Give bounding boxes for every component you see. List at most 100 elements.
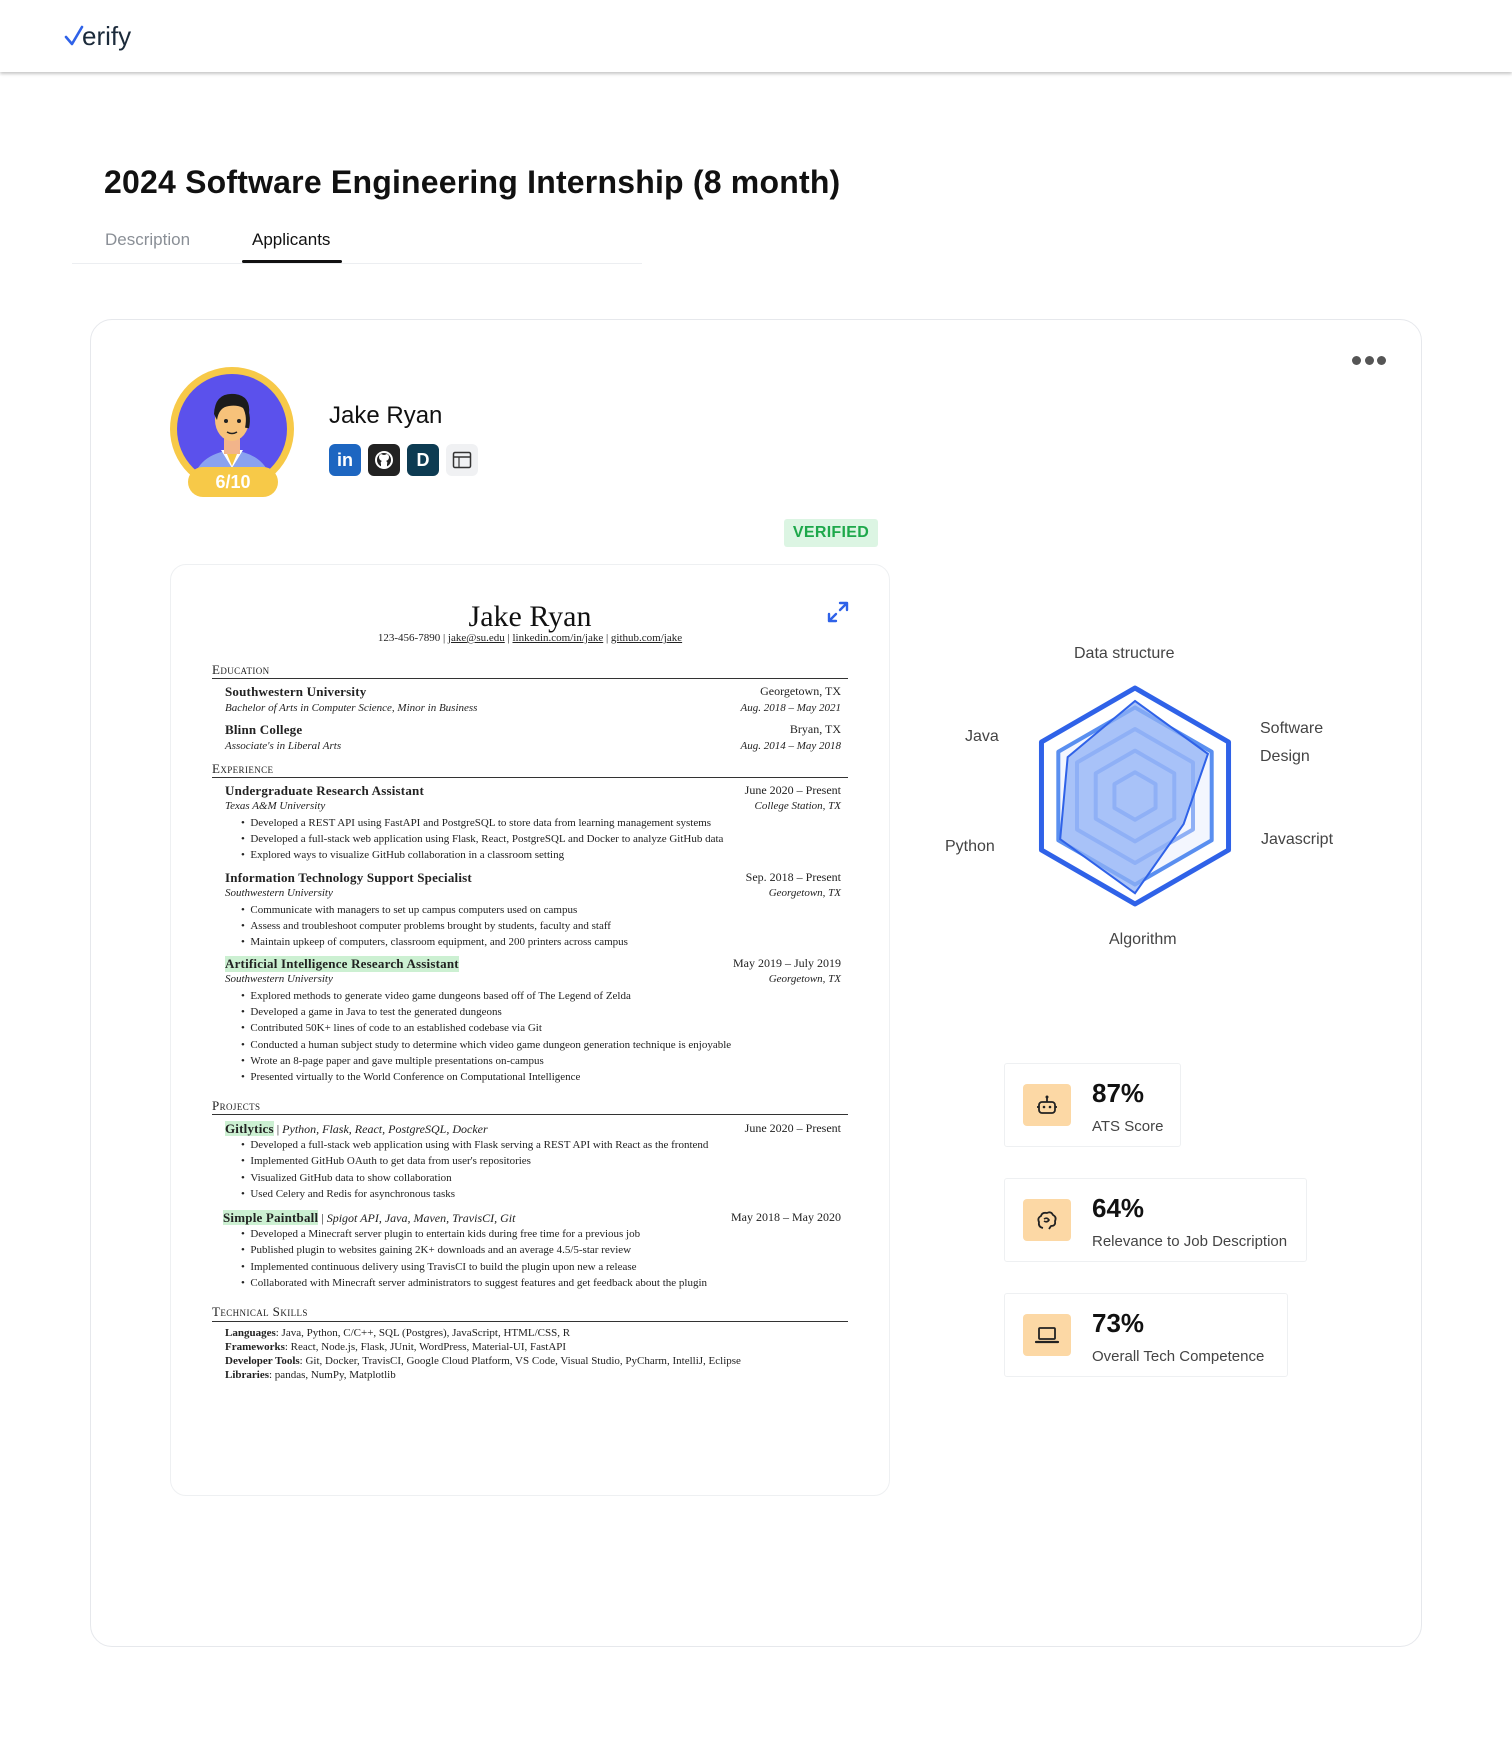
resume-section-experience: Experience [212,761,274,776]
metric-card-relevance: 64% Relevance to Job Description [1004,1178,1307,1262]
project-name: Gitlytics [225,1121,274,1136]
edu-location: Georgetown, TX [760,684,841,698]
social-links: in D [329,444,478,476]
resume-section-education: Education [212,662,270,677]
project-stack: Spigot API, Java, Maven, TravisCI, Git [326,1211,516,1225]
metric-card-tech-competence: 73% Overall Tech Competence [1004,1293,1288,1377]
job-dates: June 2020 – Present [744,783,841,797]
resume-linkedin[interactable]: linkedin.com/in/jake [512,632,603,644]
robot-icon [1023,1084,1071,1126]
metric-label: ATS Score [1092,1118,1164,1135]
resume-section-skills: Technical Skills [212,1304,308,1319]
job-bullet: • Assess and troubleshoot computer probl… [241,920,611,932]
top-bar: erify [0,0,1512,72]
resume-name: Jake Ryan [468,600,592,633]
job-bullet: • Developed a REST API using FastAPI and… [241,817,712,829]
job-role: Undergraduate Research Assistant [225,783,424,798]
job-dates: Sep. 2018 – Present [745,870,841,884]
active-tab-underline [242,260,342,263]
job-bullet: • Explored methods to generate video gam… [241,990,631,1002]
edu-dates: Aug. 2018 – May 2021 [740,702,841,714]
job-role: Information Technology Support Specialis… [225,870,472,885]
skill-row: Languages: Java, Python, C/C++, SQL (Pos… [225,1327,571,1339]
job-bullet: • Explored ways to visualize GitHub coll… [241,849,565,861]
project-bullet: • Implemented continuous delivery using … [241,1261,637,1273]
metric-label: Overall Tech Competence [1092,1348,1265,1365]
section-divider [212,1321,848,1322]
job-bullet: • Contributed 50K+ lines of code to an e… [241,1022,542,1034]
tab-description[interactable]: Description [105,230,190,250]
skill-row: Developer Tools: Git, Docker, TravisCI, … [225,1355,741,1367]
job-org: Southwestern University [225,973,333,985]
score-badge: 6/10 [188,467,278,497]
job-bullet: • Developed a full-stack web application… [241,833,724,845]
project-title: Simple Paintball | Spigot API, Java, Mav… [223,1210,516,1225]
edu-degree: Bachelor of Arts in Computer Science, Mi… [225,702,478,714]
resume-section-projects: Projects [212,1098,261,1113]
check-icon [64,25,84,46]
more-options-icon[interactable] [1352,353,1386,367]
verify-logo[interactable]: erify [64,18,131,54]
job-bullet: • Wrote an 8-page paper and gave multipl… [241,1055,544,1067]
edu-dates: Aug. 2014 – May 2018 [740,740,841,752]
job-location: College Station, TX [754,800,841,812]
laptop-icon [1023,1314,1071,1356]
edu-location: Bryan, TX [789,722,841,736]
job-dates: May 2019 – July 2019 [733,956,841,970]
resume-contact: 123-456-7890 | jake@su.edu | linkedin.co… [377,632,683,644]
website-icon[interactable] [446,444,478,476]
metric-card-ats: 87% ATS Score [1004,1063,1181,1147]
job-location: Georgetown, TX [768,887,841,899]
edu-school: Blinn College [225,722,303,737]
metric-label: Relevance to Job Description [1092,1233,1288,1250]
radar-label-javascript: Javascript [1261,831,1334,848]
radar-label-data-structure: Data structure [1074,645,1175,662]
applicant-name: Jake Ryan [329,402,443,429]
tab-applicants[interactable]: Applicants [252,230,330,250]
verified-badge: VERIFIED [784,519,878,547]
project-dates: May 2018 – May 2020 [731,1210,841,1224]
project-bullet: • Visualized GitHub data to show collabo… [241,1172,452,1184]
job-bullet: • Communicate with managers to set up ca… [241,904,578,916]
job-bullet: • Developed a game in Java to test the g… [241,1006,502,1018]
page-title: 2024 Software Engineering Internship (8 … [104,164,841,200]
metric-value: 64% [1092,1193,1145,1223]
job-bullet: • Maintain upkeep of computers, classroo… [241,936,628,948]
job-role-highlighted: Artificial Intelligence Research Assista… [225,956,459,972]
resume-phone: 123-456-7890 [377,632,441,644]
logo-text: erify [82,20,132,51]
section-divider [212,1114,848,1115]
project-title: Gitlytics | Python, Flask, React, Postgr… [225,1121,488,1136]
project-bullet: • Developed a full-stack web application… [241,1139,709,1151]
job-org: Southwestern University [225,887,333,899]
project-bullet: • Published plugin to websites gaining 2… [241,1244,632,1256]
github-icon[interactable] [368,444,400,476]
project-bullet: • Collaborated with Minecraft server adm… [241,1277,708,1289]
project-bullet: • Used Celery and Redis for asynchronous… [241,1188,456,1200]
resume-github[interactable]: github.com/jake [611,632,682,644]
section-divider [212,678,848,679]
skills-radar-chart [1038,685,1232,907]
project-bullet: • Developed a Minecraft server plugin to… [241,1228,641,1240]
project-stack: Python, Flask, React, PostgreSQL, Docker [282,1122,488,1136]
project-bullet: • Implemented GitHub OAuth to get data f… [241,1155,531,1167]
linkedin-icon[interactable]: in [329,444,361,476]
resume-email[interactable]: jake@su.edu [448,632,505,644]
skill-row: Libraries: pandas, NumPy, Matplotlib [225,1369,396,1381]
metric-value: 73% [1092,1308,1145,1338]
devpost-icon[interactable]: D [407,444,439,476]
job-location: Georgetown, TX [768,973,841,985]
metric-value: 87% [1092,1078,1145,1108]
tab-bar: Description Applicants [72,222,642,264]
skill-row: Frameworks: React, Node.js, Flask, JUnit… [225,1341,567,1353]
radar-label-algorithm: Algorithm [1109,931,1177,948]
radar-label-python: Python [945,838,995,855]
edu-school: Southwestern University [225,684,367,699]
radar-label-java: Java [965,728,999,745]
project-dates: June 2020 – Present [744,1121,841,1135]
brain-icon [1023,1199,1071,1241]
job-org: Texas A&M University [225,800,326,812]
section-divider [212,777,848,778]
job-bullet: • Conducted a human subject study to det… [241,1039,732,1051]
radar-label-software-design: Software Design [1260,720,1324,765]
